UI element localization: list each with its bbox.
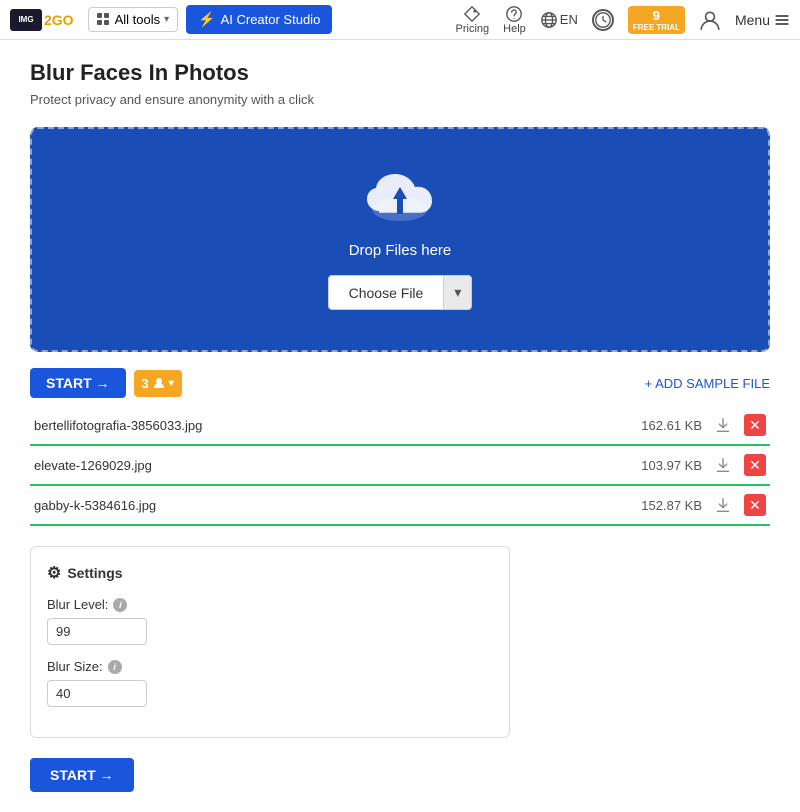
download-icon-0[interactable] (714, 416, 732, 434)
pricing-icon (463, 5, 481, 23)
grid-icon (97, 13, 111, 27)
ai-icon: ⚡ (198, 11, 215, 28)
all-tools-button[interactable]: All tools ▾ (88, 7, 179, 32)
start-button-top[interactable]: START → (30, 368, 126, 398)
file-name-0: bertellifotografia-3856033.jpg (34, 418, 633, 433)
choose-file-main-button[interactable]: Choose File (329, 277, 444, 309)
globe-icon (540, 11, 558, 29)
blur-size-input[interactable] (47, 680, 147, 707)
logo: IMG 2GO (10, 9, 74, 31)
add-sample-button[interactable]: + ADD SAMPLE FILE (645, 376, 770, 391)
help-label: Help (503, 23, 526, 35)
file-size-1: 103.97 KB (641, 458, 702, 473)
language-button[interactable]: EN (540, 11, 578, 29)
blur-level-group: Blur Level: i (47, 597, 493, 645)
ai-creator-button[interactable]: ⚡ AI Creator Studio (186, 5, 332, 34)
blur-level-label-row: Blur Level: i (47, 597, 493, 612)
choose-file-dropdown[interactable]: ▾ (443, 276, 471, 309)
blur-level-input[interactable] (47, 618, 147, 645)
cloud-upload-icon (365, 169, 435, 232)
settings-gear-icon: ⚙ (47, 563, 61, 583)
blur-level-info-icon[interactable]: i (113, 598, 127, 612)
toolbar: START → 3 ▾ + ADD SAMPLE FILE (30, 368, 770, 398)
blur-size-label-row: Blur Size: i (47, 659, 493, 674)
logo-go-text: 2GO (44, 12, 74, 28)
help-nav-item[interactable]: Help (503, 5, 526, 35)
file-row: elevate-1269029.jpg 103.97 KB ✕ (30, 446, 770, 486)
file-count: 3 (142, 376, 149, 391)
ai-creator-label: AI Creator Studio (221, 12, 321, 27)
file-row: gabby-k-5384616.jpg 152.87 KB ✕ (30, 486, 770, 526)
menu-button[interactable]: Menu (735, 12, 790, 28)
file-row: bertellifotografia-3856033.jpg 162.61 KB… (30, 406, 770, 446)
drop-label: Drop Files here (349, 242, 452, 259)
count-dropdown[interactable]: 3 ▾ (134, 370, 182, 397)
blur-size-group: Blur Size: i (47, 659, 493, 707)
pricing-nav-item[interactable]: Pricing (456, 5, 490, 35)
all-tools-label: All tools (115, 12, 161, 27)
user-icon[interactable] (699, 9, 721, 31)
all-tools-chevron: ▾ (164, 14, 169, 25)
timer-circle (592, 9, 614, 31)
logo-text: 2GO (44, 12, 74, 28)
count-chevron: ▾ (169, 378, 174, 389)
file-name-1: elevate-1269029.jpg (34, 458, 633, 473)
page-subtitle: Protect privacy and ensure anonymity wit… (30, 92, 770, 107)
download-icon-1[interactable] (714, 456, 732, 474)
file-list: bertellifotografia-3856033.jpg 162.61 KB… (30, 406, 770, 526)
lang-label: EN (560, 12, 578, 27)
person-icon (153, 377, 165, 389)
page-title: Blur Faces In Photos (30, 60, 770, 86)
help-icon (505, 5, 523, 23)
main-content: Blur Faces In Photos Protect privacy and… (0, 40, 800, 812)
pricing-label: Pricing (456, 23, 490, 35)
drop-zone[interactable]: Drop Files here Choose File ▾ (30, 127, 770, 352)
timer-button[interactable] (592, 9, 614, 31)
trial-badge[interactable]: 9 FREE TRIAL (628, 6, 685, 34)
choose-file-button[interactable]: Choose File ▾ (328, 275, 473, 310)
file-name-2: gabby-k-5384616.jpg (34, 498, 633, 513)
menu-label: Menu (735, 12, 770, 28)
file-size-2: 152.87 KB (641, 498, 702, 513)
blur-size-label: Blur Size: (47, 659, 103, 674)
delete-button-2[interactable]: ✕ (744, 494, 766, 516)
trial-label: FREE TRIAL (633, 23, 680, 32)
header-nav: Pricing Help EN (456, 5, 790, 35)
delete-button-1[interactable]: ✕ (744, 454, 766, 476)
blur-size-info-icon[interactable]: i (108, 660, 122, 674)
start-button-bottom[interactable]: START → (30, 758, 134, 792)
file-size-0: 162.61 KB (641, 418, 702, 433)
download-icon-2[interactable] (714, 496, 732, 514)
trial-count: 9 (653, 8, 660, 23)
settings-header: ⚙ Settings (47, 563, 493, 583)
header: IMG 2GO All tools ▾ ⚡ AI Creator Studio … (0, 0, 800, 40)
delete-button-0[interactable]: ✕ (744, 414, 766, 436)
settings-panel: ⚙ Settings Blur Level: i Blur Size: i (30, 546, 510, 738)
settings-title: Settings (67, 565, 122, 581)
logo-image: IMG (10, 9, 42, 31)
clock-icon (594, 11, 612, 29)
hamburger-icon (774, 12, 790, 28)
blur-level-label: Blur Level: (47, 597, 108, 612)
